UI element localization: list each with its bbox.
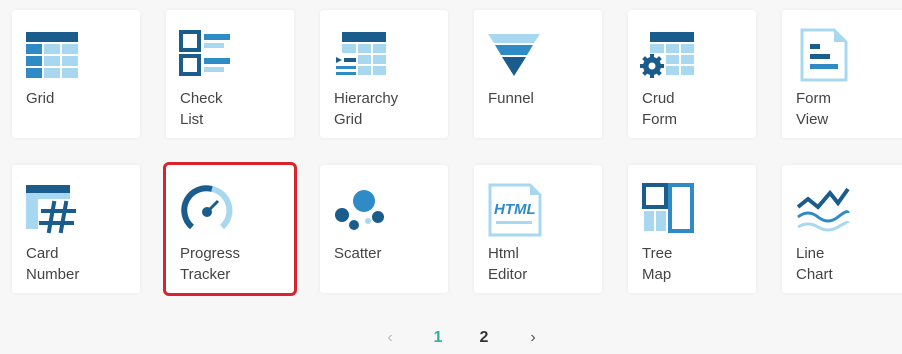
prev-page-button[interactable]: ‹ [380, 328, 400, 348]
tile-progress-tracker[interactable]: Progress Tracker [163, 162, 297, 296]
pagination: ‹ 1 2 › [0, 326, 902, 354]
tile-label: Grid [26, 90, 55, 107]
tile-label: Card Number [26, 245, 80, 283]
tile-label: Html Editor [488, 245, 528, 283]
grid-icon [24, 26, 80, 82]
tile-grid[interactable]: Grid [12, 10, 140, 138]
tile-funnel[interactable]: Funnel [474, 10, 602, 138]
progress-tracker-icon [178, 181, 234, 237]
tile-line-chart[interactable]: Line Chart [782, 165, 902, 293]
tile-hierarchy-grid[interactable]: Hierarchy Grid [320, 10, 448, 138]
tile-tree-map[interactable]: Tree Map [628, 165, 756, 293]
tile-label: Check List [180, 90, 223, 128]
tile-label: Form View [796, 90, 831, 128]
tile-card-number[interactable]: Card Number [12, 165, 140, 293]
tile-scatter[interactable]: Scatter [320, 165, 448, 293]
html-editor-icon: HTML [486, 181, 542, 237]
tile-label: Scatter [334, 245, 382, 262]
hierarchy-grid-icon [332, 26, 388, 82]
tile-label: Crud Form [642, 90, 677, 128]
tile-form-view[interactable]: Form View [782, 10, 902, 138]
html-icon-text: HTML [494, 201, 536, 218]
tile-check-list[interactable]: Check List [166, 10, 294, 138]
crud-form-icon [640, 26, 696, 82]
page-2-button[interactable]: 2 [474, 328, 494, 348]
tile-crud-form[interactable]: Crud Form [628, 10, 756, 138]
funnel-icon [486, 26, 542, 82]
tree-map-icon [640, 181, 696, 237]
card-number-icon [24, 181, 80, 237]
tile-label: Tree Map [642, 245, 673, 283]
tile-html-editor[interactable]: HTML Html Editor [474, 165, 602, 293]
tile-label: Funnel [488, 90, 534, 107]
tile-label: Progress Tracker [180, 245, 241, 283]
form-view-icon [794, 26, 850, 82]
next-page-button[interactable]: › [523, 328, 543, 348]
line-chart-icon [794, 181, 850, 237]
tile-label: Line Chart [796, 245, 833, 283]
page-1-button[interactable]: 1 [428, 328, 448, 348]
tile-label: Hierarchy Grid [334, 90, 399, 128]
scatter-icon [332, 181, 388, 237]
checklist-icon [178, 26, 234, 82]
